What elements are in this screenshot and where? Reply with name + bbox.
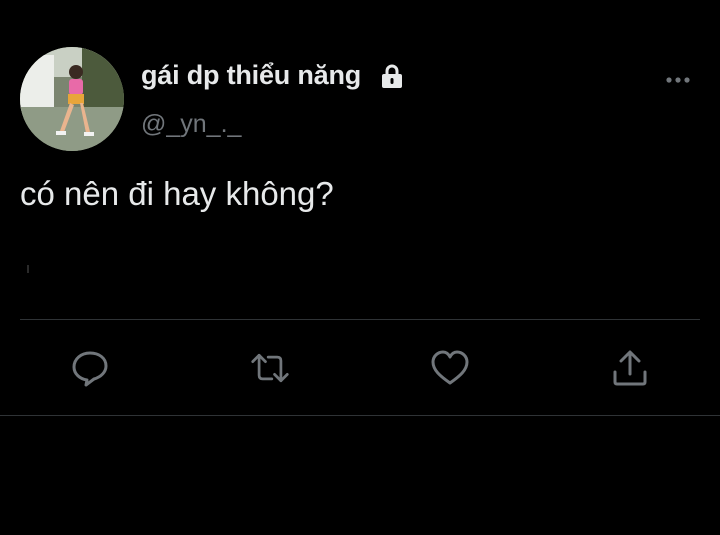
more-options-button[interactable] [660, 66, 696, 94]
share-button[interactable] [608, 346, 652, 390]
retweet-button[interactable] [248, 346, 292, 390]
reply-button[interactable] [68, 346, 112, 390]
lock-icon [378, 62, 406, 90]
like-button[interactable] [428, 346, 472, 390]
more-horizontal-icon [666, 77, 690, 83]
reply-icon [72, 351, 108, 387]
faint-artifact [27, 265, 29, 273]
heart-icon [431, 350, 469, 385]
tweet-text: có nên đi hay không? [20, 175, 334, 212]
display-name[interactable]: gái dp thiểu năng [141, 60, 361, 91]
retweet-icon [251, 353, 289, 383]
avatar[interactable] [20, 47, 124, 151]
share-icon [613, 350, 647, 386]
tweet-card: gái dp thiểu năng @_yn_._ có nên đi hay … [0, 0, 720, 535]
avatar-image [20, 47, 124, 151]
handle[interactable]: @_yn_._ [141, 110, 241, 139]
divider [0, 415, 720, 416]
divider [20, 319, 700, 320]
